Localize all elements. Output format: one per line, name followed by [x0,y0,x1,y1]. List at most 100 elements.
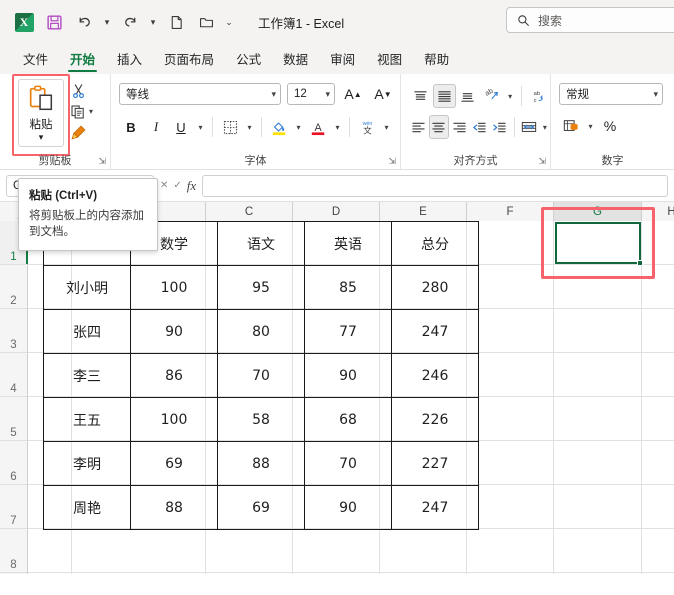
copy-button[interactable]: ▾ [70,101,100,122]
tab-review[interactable]: 审阅 [319,46,366,74]
cell-area[interactable]: 姓名: 数学 语文 英语 总分 刘小明 100 95 85 280 张四 90 … [28,207,674,574]
cell-D7[interactable]: 69 [217,485,305,530]
cell-B5[interactable]: 王五 [43,397,131,442]
increase-font-size-button[interactable]: A ▲ [341,82,365,106]
italic-button[interactable]: I [144,115,168,139]
cell-E7[interactable]: 90 [304,485,392,530]
insert-function-icon[interactable]: fx [187,178,196,194]
wrap-text-button[interactable]: ab c [527,84,550,108]
cell-F6[interactable]: 227 [391,441,479,486]
decrease-indent-button[interactable] [470,115,489,139]
redo-dropdown-icon[interactable]: ▾ [146,8,160,36]
accounting-dropdown-icon[interactable]: ▾ [584,114,597,138]
cell-D5[interactable]: 58 [217,397,305,442]
row-header-5[interactable]: 5 [0,397,27,441]
cell-D6[interactable]: 88 [217,441,305,486]
paste-button[interactable]: 粘贴 ▾ [18,79,64,147]
cell-D4[interactable]: 70 [217,353,305,398]
cell-B2[interactable]: 刘小明 [43,265,131,310]
font-color-button[interactable]: A [306,115,330,139]
tab-view[interactable]: 视图 [366,46,413,74]
clipboard-dialog-launcher[interactable]: ⇲ [94,155,106,167]
cell-E2[interactable]: 85 [304,265,392,310]
orientation-dropdown-icon[interactable]: ▾ [504,84,516,108]
row-header-7[interactable]: 7 [0,485,27,529]
formula-input[interactable] [202,174,668,197]
cell-B6[interactable]: 李明 [43,441,131,486]
copy-dropdown-icon[interactable]: ▾ [89,107,93,116]
cell-C6[interactable]: 69 [130,441,218,486]
column-header-D[interactable]: D [293,202,380,221]
cell-F2[interactable]: 280 [391,265,479,310]
phonetic-guide-button[interactable]: wén 文 [355,115,379,139]
qat-more-icon[interactable]: ⌄ [222,8,236,36]
tab-file[interactable]: 文件 [12,46,59,74]
redo-icon[interactable] [116,8,144,36]
font-size-combo[interactable]: 12 ▾ [287,83,335,105]
borders-button[interactable] [218,115,242,139]
merge-center-button[interactable] [520,115,539,139]
cell-E1[interactable]: 英语 [304,221,392,266]
cell-B3[interactable]: 张四 [43,309,131,354]
cell-D3[interactable]: 80 [217,309,305,354]
column-header-E[interactable]: E [380,202,467,221]
row-header-6[interactable]: 6 [0,441,27,485]
cell-C4[interactable]: 86 [130,353,218,398]
cell-E4[interactable]: 90 [304,353,392,398]
align-right-button[interactable] [450,115,469,139]
cell-D1[interactable]: 语文 [217,221,305,266]
confirm-icon[interactable]: ✓ [173,180,181,191]
fill-color-dropdown-icon[interactable]: ▾ [292,115,305,139]
tab-formulas[interactable]: 公式 [225,46,272,74]
cell-B4[interactable]: 李三 [43,353,131,398]
format-painter-button[interactable] [70,122,100,143]
cell-F5[interactable]: 226 [391,397,479,442]
font-color-dropdown-icon[interactable]: ▾ [331,115,344,139]
cell-B7[interactable]: 周艳 [43,485,131,530]
cell-C3[interactable]: 90 [130,309,218,354]
cell-C2[interactable]: 100 [130,265,218,310]
fill-color-button[interactable] [267,115,291,139]
align-bottom-button[interactable] [457,84,480,108]
row-header-4[interactable]: 4 [0,353,27,397]
increase-indent-button[interactable] [490,115,509,139]
decrease-font-size-button[interactable]: A ▼ [371,82,395,106]
fill-handle[interactable] [637,260,643,266]
cell-E3[interactable]: 77 [304,309,392,354]
cell-C7[interactable]: 88 [130,485,218,530]
bold-button[interactable]: B [119,115,143,139]
data-table[interactable]: 姓名: 数学 语文 英语 总分 刘小明 100 95 85 280 张四 90 … [43,221,479,530]
accounting-format-button[interactable] [559,114,583,138]
underline-button[interactable]: U [169,115,193,139]
number-format-combo[interactable]: 常规 ▾ [559,83,663,105]
column-header-F[interactable]: F [467,202,554,221]
align-center-button[interactable] [429,115,449,139]
borders-dropdown-icon[interactable]: ▾ [243,115,256,139]
align-middle-button[interactable] [432,84,456,108]
tab-help[interactable]: 帮助 [413,46,460,74]
cut-button[interactable] [70,80,100,101]
font-dialog-launcher[interactable]: ⇲ [384,155,396,167]
open-folder-icon[interactable] [192,8,220,36]
row-header-3[interactable]: 3 [0,309,27,353]
cell-F7[interactable]: 247 [391,485,479,530]
search-input[interactable]: 搜索 [506,7,674,33]
column-header-C[interactable]: C [206,202,293,221]
cell-F3[interactable]: 247 [391,309,479,354]
cell-C5[interactable]: 100 [130,397,218,442]
merge-dropdown-icon[interactable]: ▾ [540,115,550,139]
row-header-2[interactable]: 2 [0,265,27,309]
undo-icon[interactable] [70,8,98,36]
save-icon[interactable] [40,8,68,36]
tab-home[interactable]: 开始 [59,46,106,74]
tab-page-layout[interactable]: 页面布局 [153,46,225,74]
align-top-button[interactable] [409,84,432,108]
tab-data[interactable]: 数据 [272,46,319,74]
row-header-8[interactable]: 8 [0,529,27,573]
orientation-button[interactable]: ab [480,84,503,108]
percent-style-button[interactable]: % [598,114,622,138]
font-name-combo[interactable]: 等线 ▾ [119,83,281,105]
cell-E6[interactable]: 70 [304,441,392,486]
phonetic-dropdown-icon[interactable]: ▾ [380,115,393,139]
underline-dropdown-icon[interactable]: ▾ [194,115,207,139]
